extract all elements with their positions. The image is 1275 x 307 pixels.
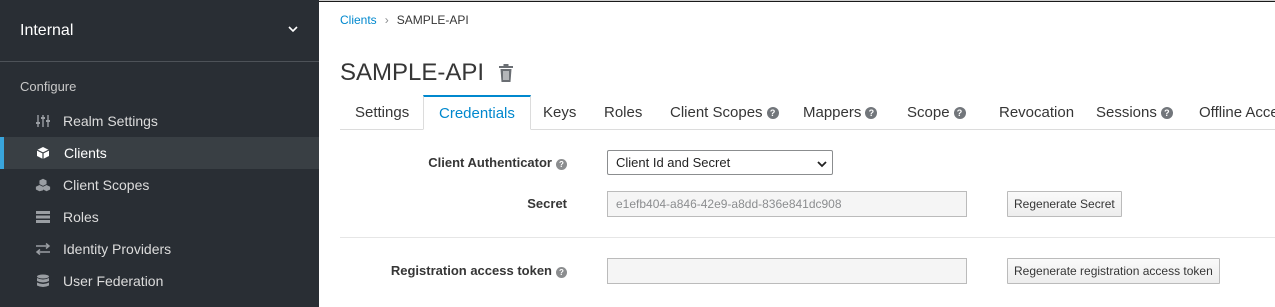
breadcrumb-clients-link[interactable]: Clients — [340, 13, 377, 27]
app-root: Internal Configure Realm Settings Client… — [0, 0, 1275, 307]
sidebar-item-label: Identity Providers — [63, 241, 172, 257]
breadcrumb-current: SAMPLE-API — [396, 13, 469, 27]
divider — [340, 237, 1275, 238]
tab-label: Scope — [907, 104, 950, 121]
chevron-down-icon — [287, 22, 299, 40]
sidebar-item-label: User Federation — [63, 273, 164, 289]
tab-revocation[interactable]: Revocation — [984, 95, 1089, 130]
help-icon: ? — [766, 107, 779, 119]
sidebar-item-clients[interactable]: Clients — [0, 137, 319, 169]
sidebar-item-roles[interactable]: Roles — [0, 201, 319, 233]
tab-offline-access[interactable]: Offline Acce — [1184, 95, 1275, 130]
sidebar-item-client-scopes[interactable]: Client Scopes — [0, 169, 319, 201]
tab-label: Settings — [355, 104, 410, 121]
tab-label: Sessions — [1096, 104, 1157, 121]
tab-keys[interactable]: Keys — [528, 95, 591, 130]
database-icon — [35, 274, 51, 288]
sidebar: Internal Configure Realm Settings Client… — [0, 0, 319, 307]
tab-client-scopes[interactable]: Client Scopes? — [655, 95, 794, 130]
realm-name: Internal — [20, 21, 74, 39]
help-icon: ? — [556, 267, 567, 278]
help-icon: ? — [556, 159, 567, 170]
chevron-down-icon — [817, 157, 827, 168]
tab-credentials[interactable]: Credentials — [423, 95, 531, 130]
page-title: SAMPLE-API — [340, 59, 485, 86]
tab-label: Credentials — [439, 105, 515, 122]
tab-label: Keys — [543, 104, 577, 121]
main-content: Clients › SAMPLE-API SAMPLE-API Settings… — [319, 0, 1275, 307]
breadcrumb: Clients › SAMPLE-API — [340, 13, 469, 27]
sidebar-item-label: Clients — [64, 145, 107, 161]
sidebar-item-label: Roles — [63, 209, 99, 225]
client-authenticator-label: Client Authenticator? — [428, 155, 567, 170]
exchange-icon — [35, 242, 51, 256]
trash-icon[interactable] — [498, 64, 514, 82]
tab-label: Client Scopes — [670, 104, 763, 121]
tab-sessions[interactable]: Sessions? — [1081, 95, 1188, 130]
sidebar-item-user-federation[interactable]: User Federation — [0, 265, 319, 297]
title-row: SAMPLE-API — [340, 59, 514, 87]
tab-bar: Settings Credentials Keys Roles Client S… — [340, 95, 1275, 130]
tab-label: Roles — [604, 104, 643, 121]
tab-roles[interactable]: Roles — [589, 95, 657, 130]
sliders-icon — [35, 114, 51, 128]
registration-access-token-label: Registration access token? — [391, 263, 567, 278]
list-icon — [35, 210, 51, 224]
secret-field[interactable] — [607, 191, 967, 217]
client-authenticator-label-text: Client Authenticator — [428, 155, 552, 170]
client-authenticator-select[interactable]: Client Id and Secret — [607, 150, 833, 175]
tab-label: Mappers — [803, 104, 862, 121]
client-authenticator-selected: Client Id and Secret — [616, 155, 731, 170]
section-label-configure: Configure — [20, 79, 77, 94]
tab-mappers[interactable]: Mappers? — [788, 95, 892, 130]
tab-label: Revocation — [999, 104, 1075, 121]
sidebar-item-label: Client Scopes — [63, 177, 150, 193]
tab-scope[interactable]: Scope? — [892, 95, 981, 130]
registration-access-token-label-text: Registration access token — [390, 263, 552, 278]
tab-label: Offline Acce — [1199, 104, 1275, 121]
realm-selector[interactable]: Internal — [0, 0, 319, 62]
regenerate-secret-button[interactable]: Regenerate Secret — [1007, 191, 1122, 217]
cubes-icon — [35, 178, 51, 192]
breadcrumb-separator-icon: › — [384, 13, 389, 27]
secret-label: Secret — [527, 196, 567, 211]
sidebar-item-identity-providers[interactable]: Identity Providers — [0, 233, 319, 265]
cube-icon — [35, 146, 51, 160]
sidebar-item-realm-settings[interactable]: Realm Settings — [0, 105, 319, 137]
registration-access-token-field[interactable] — [607, 258, 967, 284]
tab-settings[interactable]: Settings — [340, 95, 424, 130]
help-icon: ? — [953, 107, 966, 119]
sidebar-nav: Realm Settings Clients Client Scopes Rol… — [0, 105, 319, 297]
sidebar-item-label: Realm Settings — [63, 113, 158, 129]
regenerate-registration-access-token-button[interactable]: Regenerate registration access token — [1007, 258, 1220, 284]
help-icon: ? — [1160, 107, 1173, 119]
help-icon: ? — [865, 107, 878, 119]
